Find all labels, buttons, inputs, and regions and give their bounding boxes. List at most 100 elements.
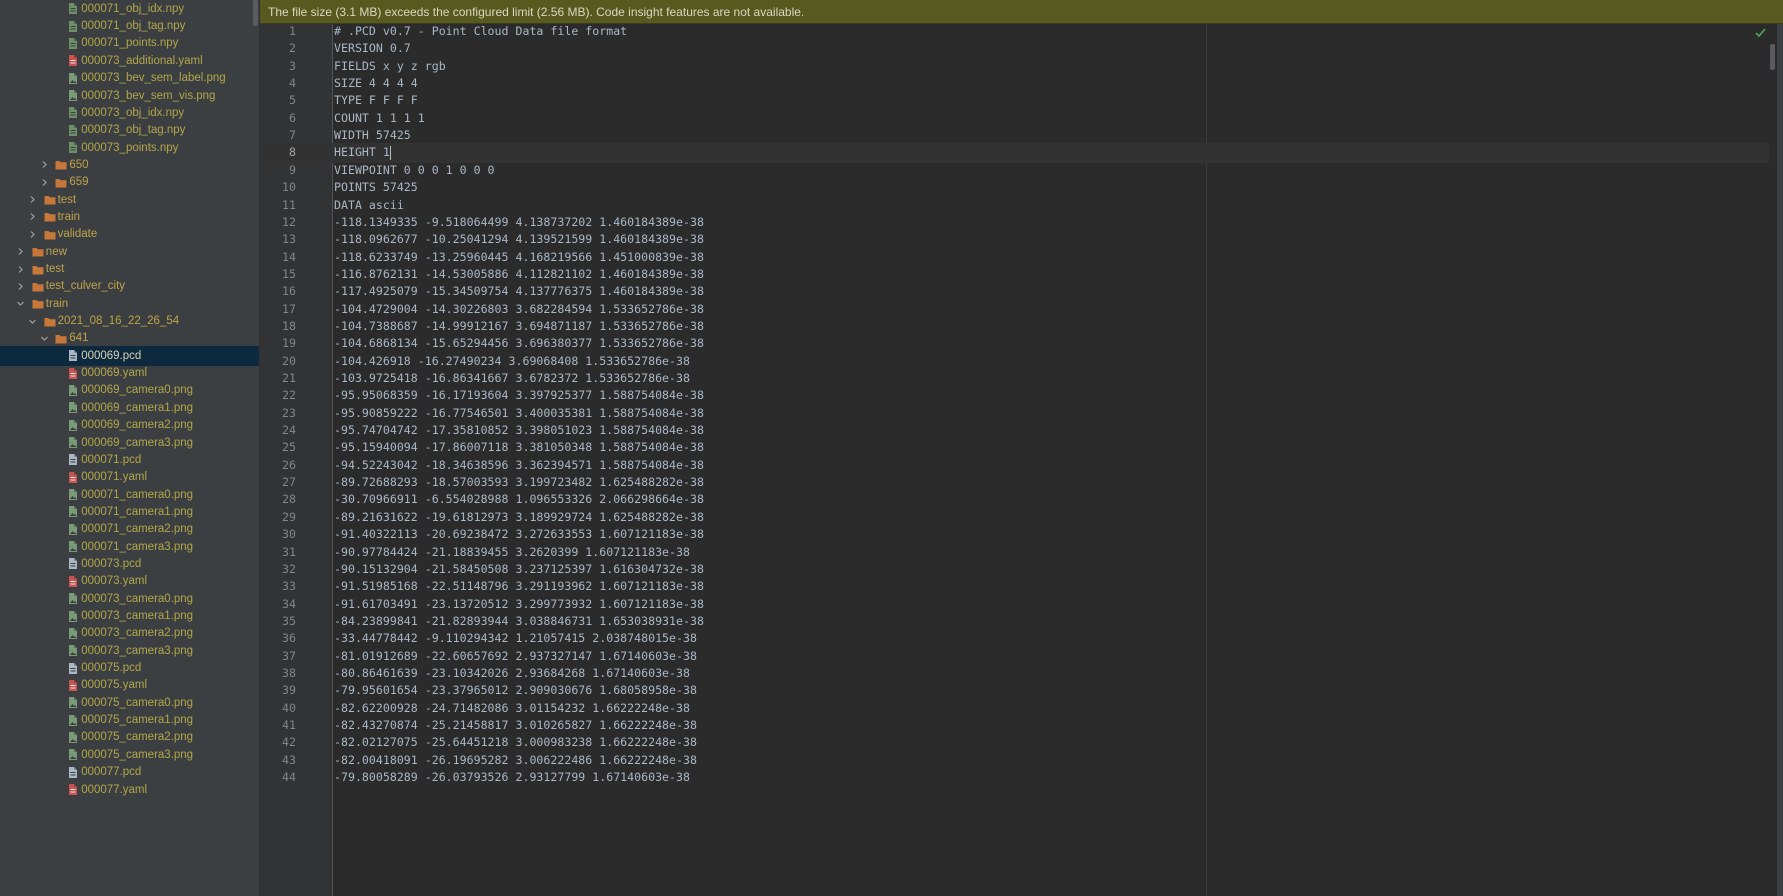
text-file-icon — [67, 766, 79, 779]
file-size-warning-banner: The file size (3.1 MB) exceeds the confi… — [260, 0, 1783, 24]
tree-item-label: 641 — [69, 332, 89, 345]
tree-item-label: 000073_points.npy — [81, 141, 179, 154]
right-tool-strip[interactable] — [1777, 24, 1783, 896]
image-file-icon — [67, 731, 79, 744]
chevron-right-icon[interactable] — [28, 195, 38, 205]
tree-item-label: 000073.yaml — [81, 575, 148, 588]
tree-item-label: 000075.pcd — [81, 662, 142, 675]
chevron-down-icon[interactable] — [16, 299, 26, 309]
image-file-icon — [67, 592, 79, 605]
tree-item-label: 000075_camera0.png — [81, 696, 194, 709]
tree-item-label: 000075.yaml — [81, 679, 148, 692]
tree-item-label: train — [57, 210, 80, 223]
image-file-icon — [67, 505, 79, 518]
text-file-icon — [67, 349, 79, 362]
yaml-file-icon — [67, 679, 79, 692]
tree-item-label: 000071_obj_idx.npy — [81, 2, 185, 15]
tree-item-label: 000075_camera3.png — [81, 748, 194, 761]
editor-scrollbar-thumb[interactable] — [1770, 44, 1775, 70]
tree-item-label: 000069.pcd — [81, 349, 142, 362]
tree-item-label: 000071_camera0.png — [81, 488, 194, 501]
image-file-icon — [67, 540, 79, 553]
chevron-right-icon[interactable] — [16, 264, 26, 274]
tree-item-label: 000073_camera1.png — [81, 610, 194, 623]
folder-icon — [32, 297, 44, 310]
tree-item-label: 000071_camera3.png — [81, 540, 194, 553]
chevron-right-icon[interactable] — [28, 229, 38, 239]
yaml-file-icon — [67, 783, 79, 796]
image-file-icon — [67, 419, 79, 432]
image-file-icon — [67, 436, 79, 449]
tree-item-label: 000073_camera2.png — [81, 627, 194, 640]
text-caret — [389, 146, 391, 161]
code-text[interactable]: -79.80058289 -26.03793526 2.93127799 1.6… — [334, 768, 690, 788]
image-file-icon — [67, 89, 79, 102]
npy-file-icon — [67, 124, 79, 137]
chevron-right-icon[interactable] — [39, 160, 49, 170]
npy-file-icon — [67, 141, 79, 154]
tree-item-label: 000073_obj_idx.npy — [81, 106, 185, 119]
tree-item-label: new — [45, 245, 67, 258]
tree-item-label: 000071.pcd — [81, 453, 142, 466]
code-editor[interactable]: 1 # .PCD v0.7 - Point Cloud Data file for… — [260, 24, 1783, 896]
tree-file-item[interactable]: 000077.yaml — [0, 780, 259, 800]
chevron-down-icon[interactable] — [28, 316, 38, 326]
image-file-icon — [67, 72, 79, 85]
folder-icon — [44, 228, 56, 241]
tree-item-label: test — [57, 193, 77, 206]
image-file-icon — [67, 696, 79, 709]
tree-item-label: 2021_08_16_22_26_54 — [57, 315, 180, 328]
sidebar-scrollbar-thumb[interactable] — [253, 0, 258, 26]
tree-item-label: 000069.yaml — [81, 367, 148, 380]
folder-icon — [32, 280, 44, 293]
image-file-icon — [67, 610, 79, 623]
project-tree-panel: 000071_obj_idx.npy 000071_obj_tag.npy 0000… — [0, 0, 260, 896]
tree-item-label: 000075_camera1.png — [81, 714, 194, 727]
tree-item-label: 650 — [69, 158, 89, 171]
image-file-icon — [67, 644, 79, 657]
folder-icon — [55, 176, 67, 189]
yaml-file-icon — [67, 471, 79, 484]
yaml-file-icon — [67, 575, 79, 588]
tree-item-label: 000073_camera3.png — [81, 644, 194, 657]
image-file-icon — [67, 523, 79, 536]
tree-item-label: 000075_camera2.png — [81, 731, 194, 744]
npy-file-icon — [67, 106, 79, 119]
chevron-right-icon[interactable] — [28, 212, 38, 222]
tree-item-label: 000073_additional.yaml — [81, 54, 203, 67]
chevron-right-icon[interactable] — [16, 247, 26, 257]
tree-item-label: 000071_points.npy — [81, 37, 179, 50]
tree-item-label: 000073_camera0.png — [81, 592, 194, 605]
npy-file-icon — [67, 20, 79, 33]
npy-file-icon — [67, 2, 79, 15]
code-line[interactable]: 44 -79.80058289 -26.03793526 2.93127799 1… — [260, 768, 1769, 788]
chevron-right-icon[interactable] — [16, 281, 26, 291]
text-file-icon — [67, 662, 79, 675]
folder-icon — [32, 245, 44, 258]
checkmark-icon[interactable] — [1754, 26, 1767, 39]
tree-item-label: 000071.yaml — [81, 471, 148, 484]
chevron-down-icon[interactable] — [39, 333, 49, 343]
tree-item-label: 000077.pcd — [81, 766, 142, 779]
tree-item-label: 000069_camera0.png — [81, 384, 194, 397]
image-file-icon — [67, 488, 79, 501]
tree-item-label: validate — [57, 228, 98, 241]
folder-icon — [44, 315, 56, 328]
chevron-right-icon[interactable] — [39, 177, 49, 187]
tree-item-label: 000073.pcd — [81, 557, 142, 570]
tree-item-label: 000073_obj_tag.npy — [81, 124, 186, 137]
image-file-icon — [67, 627, 79, 640]
banner-message: The file size (3.1 MB) exceeds the confi… — [268, 4, 805, 19]
image-file-icon — [67, 748, 79, 761]
tree-item-label: 000069_camera1.png — [81, 401, 194, 414]
image-file-icon — [67, 401, 79, 414]
line-number: 44 — [282, 770, 296, 785]
tree-item-label: 000071_obj_tag.npy — [81, 20, 186, 33]
yaml-file-icon — [67, 54, 79, 67]
tree-item-label: 000077.yaml — [81, 783, 148, 796]
tree-item-label: 659 — [69, 176, 89, 189]
tree-item-label: train — [45, 297, 69, 310]
tree-item-label: test — [45, 263, 65, 276]
tree-item-label: 000069_camera3.png — [81, 436, 194, 449]
image-file-icon — [67, 384, 79, 397]
